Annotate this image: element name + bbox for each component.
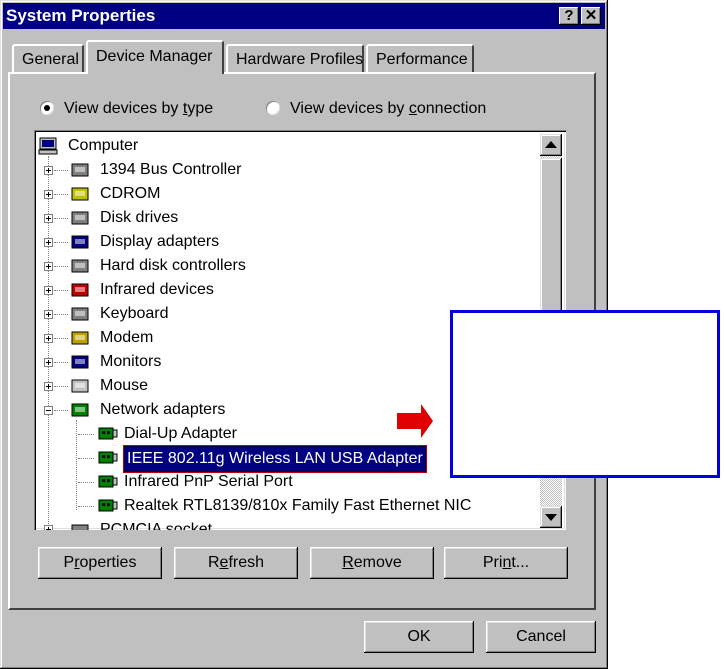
red-arrow-icon xyxy=(397,404,433,438)
tree-line xyxy=(78,506,94,508)
keyboard-icon xyxy=(71,307,89,321)
expand-icon[interactable] xyxy=(44,525,53,530)
view-by-type-radio[interactable] xyxy=(40,101,54,115)
tree-item-label: Monitors xyxy=(100,353,162,370)
expand-icon[interactable] xyxy=(44,382,53,391)
disk-drive-icon xyxy=(71,211,89,225)
tree-line xyxy=(54,290,68,292)
properties-button[interactable]: Properties xyxy=(38,547,162,579)
computer-icon xyxy=(38,137,58,155)
tree-item-label: Computer xyxy=(68,137,139,154)
view-by-connection-radio[interactable] xyxy=(266,101,280,115)
window-title: System Properties xyxy=(6,6,156,25)
network-card-icon xyxy=(98,451,118,464)
annotation-callout-box xyxy=(450,310,720,478)
tree-line xyxy=(54,362,68,364)
remove-button[interactable]: Remove xyxy=(310,547,434,579)
expand-icon[interactable] xyxy=(44,166,53,175)
tree-line xyxy=(54,314,68,316)
expand-icon[interactable] xyxy=(44,358,53,367)
tree-item-label: 1394 Bus Controller xyxy=(100,161,242,178)
tree-item-label: IEEE 802.11g Wireless LAN USB Adapter xyxy=(123,445,427,473)
tree-item-label: Mouse xyxy=(100,377,149,394)
pcmcia-icon xyxy=(71,524,89,530)
network-card-icon xyxy=(98,499,118,512)
tree-item-label: Infrared PnP Serial Port xyxy=(124,473,293,490)
tab-hardware-profiles[interactable]: Hardware Profiles xyxy=(226,44,364,72)
network-adapter-icon xyxy=(71,403,89,417)
close-button[interactable]: ✕ xyxy=(581,7,601,25)
tree-item-label: Modem xyxy=(100,329,154,346)
tree-item-label: Keyboard xyxy=(100,305,169,322)
tab-general[interactable]: General xyxy=(12,44,84,72)
tree-line xyxy=(54,194,68,196)
expand-icon[interactable] xyxy=(44,310,53,319)
expand-icon[interactable] xyxy=(44,286,53,295)
network-card-icon xyxy=(98,475,118,488)
print-button[interactable]: Print... xyxy=(444,547,568,579)
scroll-down-button[interactable] xyxy=(540,506,562,528)
tree-item-label: Network adapters xyxy=(100,401,226,418)
tree-line xyxy=(78,482,94,484)
tree-item-label: Dial-Up Adapter xyxy=(124,425,237,442)
modem-icon xyxy=(71,331,89,345)
ok-button[interactable]: OK xyxy=(364,621,474,653)
arrow-down-icon xyxy=(545,514,557,521)
tree-item-label: CDROM xyxy=(100,185,161,202)
collapse-icon[interactable] xyxy=(44,406,53,415)
tree-line xyxy=(78,458,94,460)
cdrom-icon xyxy=(71,187,89,201)
tree-line xyxy=(54,338,68,340)
arrow-up-icon xyxy=(545,141,557,148)
tree-line xyxy=(54,218,68,220)
expand-icon[interactable] xyxy=(44,238,53,247)
monitor-icon xyxy=(71,355,89,369)
expand-icon[interactable] xyxy=(44,190,53,199)
cancel-button[interactable]: Cancel xyxy=(486,621,596,653)
view-by-connection-label[interactable]: View devices by connection xyxy=(290,100,486,118)
tree-item-label: Disk drives xyxy=(100,209,179,226)
help-button[interactable]: ? xyxy=(559,7,579,25)
expand-icon[interactable] xyxy=(44,262,53,271)
bus-controller-icon xyxy=(71,163,89,177)
tree-item-label: PCMCIA socket xyxy=(100,521,213,530)
mouse-icon xyxy=(71,379,89,393)
hard-disk-controller-icon xyxy=(71,259,89,273)
tree-line xyxy=(54,386,68,388)
tree-line xyxy=(48,156,50,530)
expand-icon[interactable] xyxy=(44,334,53,343)
infrared-icon xyxy=(71,283,89,297)
display-adapter-icon xyxy=(71,235,89,249)
tree-line xyxy=(54,242,68,244)
tree-item-label: Display adapters xyxy=(100,233,220,250)
tab-device-manager[interactable]: Device Manager xyxy=(86,40,224,74)
tree-item-label: Infrared devices xyxy=(100,281,214,298)
title-bar[interactable]: System Properties ? ✕ xyxy=(3,3,605,29)
tree-item-label: Realtek RTL8139/810x Family Fast Etherne… xyxy=(124,497,472,514)
tab-performance[interactable]: Performance xyxy=(366,44,474,72)
tree-line xyxy=(54,266,68,268)
view-by-type-label[interactable]: View devices by type xyxy=(64,100,213,118)
refresh-button[interactable]: Refresh xyxy=(174,547,298,579)
tree-line xyxy=(54,410,68,412)
tree-line xyxy=(54,170,68,172)
expand-icon[interactable] xyxy=(44,214,53,223)
tree-line xyxy=(78,434,94,436)
scroll-up-button[interactable] xyxy=(540,134,562,156)
tree-item-label: Hard disk controllers xyxy=(100,257,246,274)
network-card-icon xyxy=(98,427,118,440)
